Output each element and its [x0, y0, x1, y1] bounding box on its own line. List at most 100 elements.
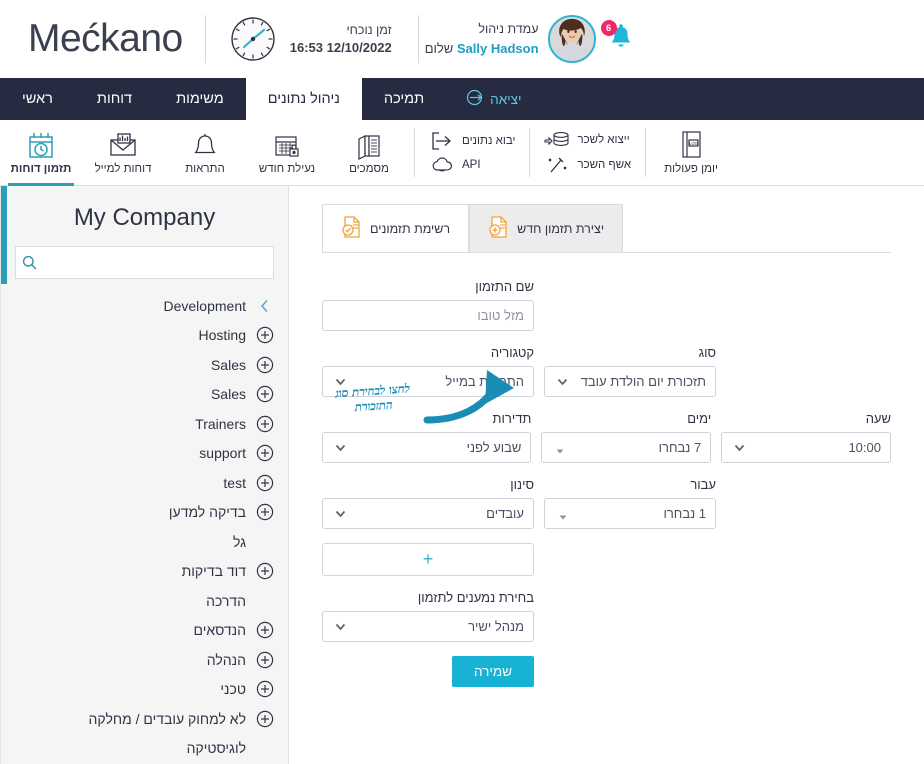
toolbar-label-email-reports: דוחות למייל — [94, 163, 152, 175]
toolbar-item-payroll-export[interactable]: ייצוא לשכר — [544, 131, 631, 149]
tree-item-label: הנדסאים — [193, 622, 247, 639]
tree-item-label: גל — [232, 533, 246, 550]
label-frequency: תדירות — [492, 411, 532, 426]
notification-badge: 6 — [600, 20, 617, 36]
plus-circle-icon[interactable] — [256, 444, 274, 462]
recipients-select[interactable]: מנהל ישיר — [322, 611, 534, 642]
tree-item[interactable]: test — [15, 468, 274, 498]
toolbar-item-schedule-reports[interactable]: תזמון דוחות — [0, 120, 82, 186]
user-role-label: עמדת ניהול — [478, 21, 539, 36]
caret-down-icon — [558, 509, 568, 519]
schedule-name-input[interactable]: מזל טובו — [322, 300, 534, 331]
notifications-bell[interactable]: 6 — [600, 20, 635, 56]
plus-circle-icon[interactable] — [256, 503, 274, 521]
plus-circle-icon[interactable] — [256, 326, 274, 344]
svg-text:LOG: LOG — [689, 141, 698, 146]
nav-item-data-management[interactable]: ניהול נתונים — [245, 78, 362, 120]
plus-circle-icon[interactable] — [256, 651, 274, 669]
frequency-select[interactable]: שבוע לפני — [322, 432, 532, 463]
tree-item[interactable]: Development — [15, 291, 274, 321]
plus-circle-icon[interactable] — [256, 474, 274, 492]
tree-item[interactable]: הנהלה — [15, 645, 274, 675]
type-select[interactable]: תזכורת יום הולדת עובד — [544, 366, 716, 397]
field-days: ימים 7 נבחרו — [541, 411, 712, 463]
sidebar-scrollbar[interactable] — [1, 186, 7, 284]
plus-circle-icon[interactable] — [256, 356, 274, 374]
nav-item-reports[interactable]: דוחות — [75, 78, 154, 120]
tree-item-label: Sales — [210, 356, 246, 373]
save-button[interactable]: שמירה — [451, 656, 534, 687]
sidebar-search[interactable] — [15, 246, 274, 279]
plus-circle-icon[interactable] — [256, 680, 274, 698]
plus-circle-icon[interactable] — [256, 621, 274, 639]
plus-circle-icon[interactable] — [256, 710, 274, 728]
days-multiselect[interactable]: 7 נבחרו — [541, 432, 712, 463]
tree-item[interactable]: טכני — [15, 675, 274, 705]
tree-item[interactable]: support — [15, 439, 274, 469]
tree-item[interactable]: דוד בדיקות — [15, 557, 274, 587]
nav-item-support[interactable]: תמיכה — [362, 78, 446, 120]
logout-button[interactable]: יציאה — [446, 78, 541, 120]
chevron-left-icon[interactable] — [256, 297, 274, 315]
tree-item-label: test — [223, 474, 246, 491]
toolbar-item-payroll-wizard[interactable]: אשף השכר — [544, 156, 631, 174]
avatar[interactable] — [547, 15, 596, 63]
form-row-frequency: תדירות שבוע לפני ימים 7 נבחרו שעה 10:00 — [322, 411, 891, 463]
toolbar-item-alerts[interactable]: התראות — [164, 120, 246, 185]
toolbar-item-documents[interactable]: מסמכים — [328, 120, 410, 185]
search-input[interactable] — [45, 247, 273, 278]
chevron-down-icon — [334, 375, 347, 388]
toolbar-item-activity-log[interactable]: LOG יומן פעולות — [650, 120, 732, 185]
label-hour: שעה — [865, 411, 891, 426]
nav-item-tasks[interactable]: משימות — [154, 78, 246, 120]
toolbar-item-import-data[interactable]: יבוא נתונים — [429, 132, 515, 150]
mail-report-icon — [108, 130, 138, 160]
field-recipients: בחירת נמענים לתזמון מנהל ישיר — [322, 590, 534, 642]
hour-select[interactable]: 10:00 — [721, 432, 891, 463]
user-name: Sally Hadson — [456, 40, 539, 56]
tree-item-label: טכני — [220, 681, 246, 698]
toolbar-item-month-lock[interactable]: נעילת חודש — [246, 120, 328, 185]
tree-item[interactable]: Sales — [15, 350, 274, 380]
nav-item-main[interactable]: ראשי — [0, 78, 75, 120]
tree-item[interactable]: Trainers — [15, 409, 274, 439]
chevron-down-icon — [334, 441, 347, 454]
tree-item[interactable]: בדיקה למדען — [15, 498, 274, 528]
tree-item[interactable]: גל — [15, 527, 274, 557]
toolbar-label-api: API — [462, 159, 481, 171]
plus-circle-icon[interactable] — [256, 562, 274, 580]
tree-item[interactable]: Hosting — [15, 321, 274, 351]
chevron-down-icon — [556, 375, 569, 388]
filter-select[interactable]: עובדים — [322, 498, 534, 529]
tree-item[interactable]: לא למחוק עובדים / מחלקה — [15, 704, 274, 734]
tree-item[interactable]: הנדסאים — [15, 616, 274, 646]
field-add: + — [322, 543, 534, 576]
brand-logo: Mećkano — [28, 17, 183, 60]
form-row-category-type: קטגוריה התראות במייל סוג תזכורת יום הולד… — [322, 345, 891, 397]
form-row-add: + — [322, 543, 891, 576]
tab-schedule-list[interactable]: רשימת תזמונים — [322, 204, 470, 252]
for-multiselect[interactable]: 1 נבחרו — [544, 498, 716, 529]
category-select[interactable]: התראות במייל — [322, 366, 534, 397]
toolbar-separator-1 — [414, 128, 415, 177]
add-condition-button[interactable]: + — [322, 543, 534, 576]
new-schedule-icon — [488, 216, 508, 241]
toolbar-item-api[interactable]: API — [429, 157, 515, 173]
tree-item-label: בדיקה למדען — [168, 504, 246, 521]
toolbar-item-email-reports[interactable]: דוחות למייל — [82, 120, 164, 185]
plus-circle-icon[interactable] — [256, 415, 274, 433]
tree-item[interactable]: לוגיסטיקה — [15, 734, 274, 764]
tree-item[interactable]: Sales — [15, 380, 274, 410]
toolbar-group-payroll: ייצוא לשכר אשף השכר — [534, 120, 641, 185]
toolbar-label-import-data: יבוא נתונים — [462, 135, 516, 147]
main-panel: רשימת תזמונים יצירת תזמון חדש שם התזמון … — [289, 186, 924, 764]
current-time-label: זמן נוכחי — [346, 22, 392, 37]
tree-item[interactable]: הדרכה — [15, 586, 274, 616]
plus-circle-icon[interactable] — [256, 385, 274, 403]
tab-new-schedule[interactable]: יצירת תזמון חדש — [469, 204, 624, 252]
logout-icon — [466, 89, 483, 109]
